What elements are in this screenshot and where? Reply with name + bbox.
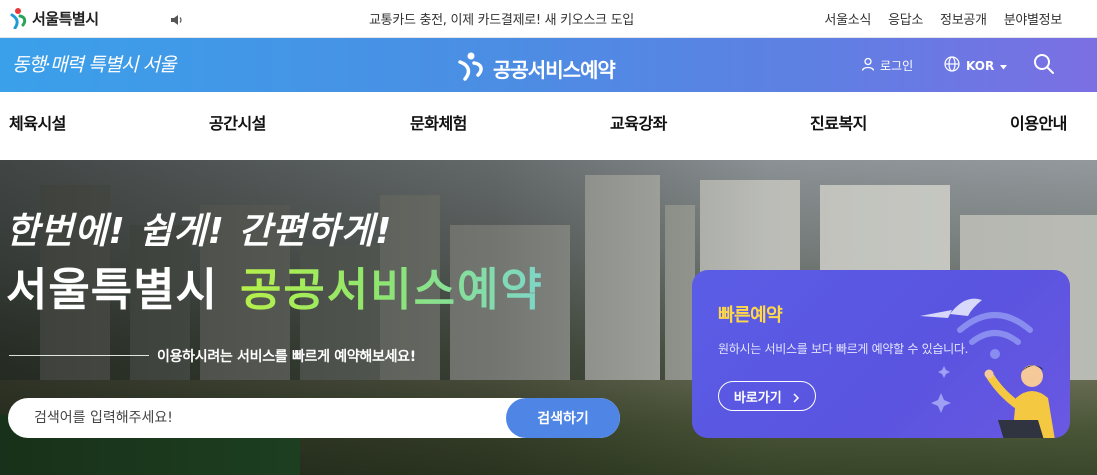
nav-item-sports-facilities[interactable]: 체육시설 [9, 110, 66, 134]
hero-subtitle: 이용하시려는 서비스를 빠르게 예약해보세요! [157, 349, 416, 365]
brand-mark-icon [457, 51, 487, 85]
language-label: KOR [966, 58, 995, 73]
quick-reservation-button-label: 바로가기 [733, 390, 782, 406]
seoul-logo[interactable]: 서울특별시 [9, 7, 99, 30]
language-selector[interactable]: KOR [944, 56, 1008, 75]
seoul-logo-text: 서울특별시 [32, 9, 99, 28]
seoul-slogan: 동행·매력 특별시 서울 [12, 54, 176, 76]
nav-item-culture-experience[interactable]: 문화체험 [410, 110, 467, 134]
hero-search-button[interactable]: 검색하기 [506, 398, 620, 438]
hero-tagline: 한번에! 쉽게! 간편하게! [6, 211, 393, 252]
brand-logo[interactable]: 공공서비스예약 [457, 51, 616, 85]
magpie-user-illustration-icon [920, 280, 1065, 438]
nav-item-usage-guide[interactable]: 이용안내 [1010, 110, 1067, 134]
quick-reservation-card: 빠른예약 원하시는 서비스를 보다 빠르게 예약할 수 있습니다. 바로가기 [692, 270, 1070, 438]
speaker-icon [170, 11, 184, 30]
login-label: 로그인 [880, 59, 914, 73]
hero-search-bar: 검색하기 [8, 398, 620, 438]
quick-reservation-button[interactable]: 바로가기 [718, 381, 816, 411]
login-button[interactable]: 로그인 [861, 57, 913, 74]
caret-down-icon [1000, 59, 1008, 73]
util-link-eungdapso[interactable]: 응답소 [888, 9, 923, 28]
nav-item-medical-welfare[interactable]: 진료복지 [810, 110, 867, 134]
quick-reservation-title: 빠른예약 [718, 305, 783, 326]
globe-icon [944, 56, 960, 75]
brand-title: 공공서비스예약 [493, 57, 616, 82]
hero-title-service: 공공서비스예약 [240, 253, 544, 318]
main-nav: 체육시설 공간시설 문화체험 교육강좌 진료복지 이용안내 [0, 92, 1097, 160]
nav-item-education-courses[interactable]: 교육강좌 [610, 110, 667, 134]
nav-item-space-facilities[interactable]: 공간시설 [209, 110, 266, 134]
util-link-field-info[interactable]: 분야별정보 [1004, 9, 1063, 28]
utility-links: 서울소식 응답소 정보공개 분야별정보 [824, 9, 1062, 28]
seoul-logo-icon [9, 7, 29, 30]
header-search-button[interactable] [1033, 53, 1055, 79]
util-link-info-disclosure[interactable]: 정보공개 [940, 9, 987, 28]
hero-banner: 한번에! 쉽게! 간편하게! 서울특별시 공공서비스예약 이용하시려는 서비스를… [0, 160, 1097, 475]
site-header: 동행·매력 특별시 서울 공공서비스예약 로그인 KOR [0, 38, 1097, 92]
search-icon [1033, 54, 1055, 79]
notice-ticker[interactable]: 교통카드 충전, 이제 카드결제로! 새 키오스크 도입 [369, 9, 634, 28]
util-link-seoul-news[interactable]: 서울소식 [824, 9, 871, 28]
top-utility-bar: 서울특별시 교통카드 충전, 이제 카드결제로! 새 키오스크 도입 서울소식 … [0, 0, 1097, 38]
user-icon [861, 57, 875, 74]
hero-title-seoul: 서울특별시 [6, 263, 219, 316]
hero-search-input[interactable] [34, 398, 504, 438]
chevron-right-icon [786, 391, 800, 406]
hero-divider [9, 355, 149, 356]
